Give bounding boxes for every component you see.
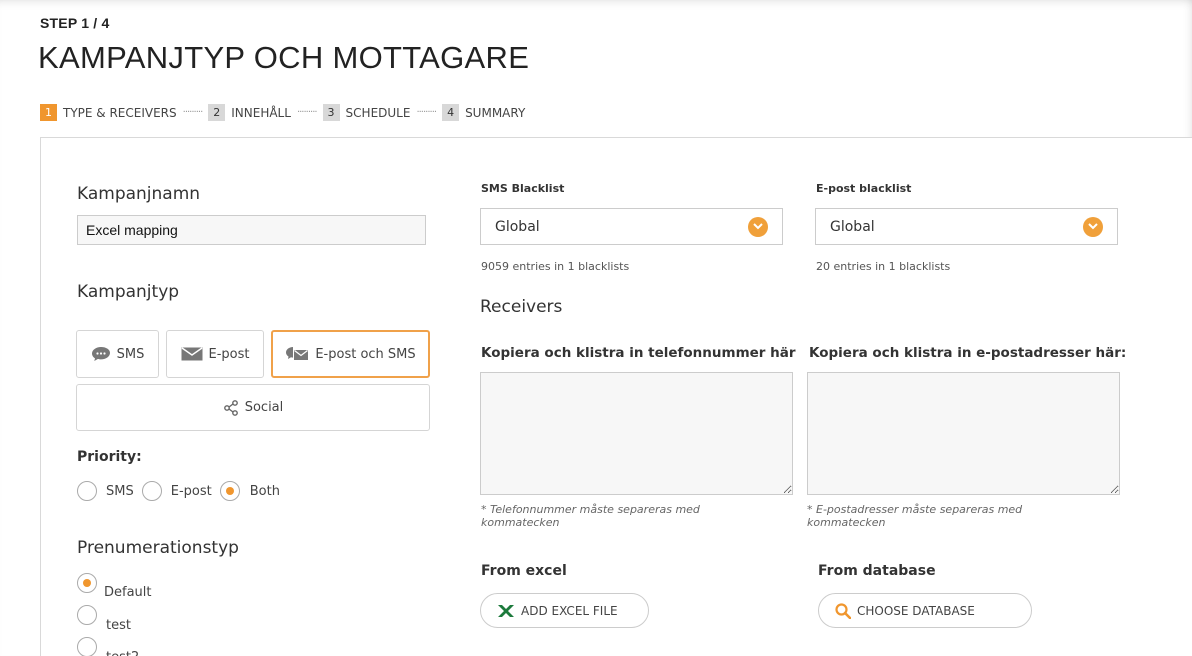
wizard-step-2-label[interactable]: INNEHÅLL: [231, 106, 291, 120]
campaign-type-label: Kampanjtyp: [77, 282, 180, 302]
wizard-separator: ·········: [296, 107, 318, 118]
phone-hint: * Telefonnummer måste separeras med komm…: [481, 503, 700, 529]
subscription-default-radio[interactable]: [77, 573, 97, 593]
priority-options: SMS E-post Both: [77, 481, 280, 501]
wizard-separator: ·········: [416, 107, 437, 118]
subscription-test2-radio[interactable]: [77, 637, 97, 656]
phone-paste-label: Kopiera och klistra in telefonnummer här: [481, 345, 796, 361]
type-email-button[interactable]: E-post: [166, 330, 264, 378]
wizard-step-1-number[interactable]: 1: [40, 104, 57, 121]
wizard-steps: 1 TYPE & RECEIVERS ········· 2 INNEHÅLL …: [40, 104, 525, 121]
add-excel-file-label: ADD EXCEL FILE: [521, 603, 618, 618]
sms-blacklist-select[interactable]: Global: [480, 208, 783, 245]
choose-database-label: CHOOSE DATABASE: [857, 603, 975, 618]
wizard-separator: ·········: [182, 107, 204, 118]
phone-numbers-textarea[interactable]: [480, 372, 793, 495]
chevron-down-icon: [1083, 216, 1103, 237]
email-blacklist-label: E-post blacklist: [816, 182, 912, 195]
chevron-down-icon: [748, 216, 768, 237]
email-blacklist-value: Global: [830, 218, 875, 235]
from-database-label: From database: [818, 563, 936, 579]
subscription-option-default[interactable]: Default: [77, 573, 152, 600]
add-excel-file-button[interactable]: ADD EXCEL FILE: [480, 593, 649, 628]
priority-both-label: Both: [249, 483, 280, 499]
wizard-step-3-number[interactable]: 3: [322, 104, 340, 121]
subscription-default-label: Default: [104, 585, 152, 600]
subscription-option-test[interactable]: test: [77, 605, 131, 633]
share-icon: [223, 399, 238, 416]
wizard-step-3-label[interactable]: SCHEDULE: [346, 106, 411, 120]
subscription-test-label: test: [106, 618, 131, 633]
email-addresses-textarea[interactable]: [807, 372, 1120, 495]
sms-blacklist-label: SMS Blacklist: [481, 182, 565, 195]
type-social-label: Social: [244, 400, 284, 415]
type-email-and-sms-button[interactable]: E-post och SMS: [271, 330, 430, 378]
sms-blacklist-info: 9059 entries in 1 blacklists: [481, 260, 630, 273]
wizard-step-4-number[interactable]: 4: [442, 104, 460, 121]
sms-blacklist-value: Global: [495, 218, 540, 235]
envelope-icon: [181, 347, 202, 361]
wizard-step-4-label[interactable]: SUMMARY: [465, 106, 525, 120]
email-blacklist-select[interactable]: Global: [815, 208, 1118, 245]
from-excel-label: From excel: [481, 563, 567, 579]
priority-label: Priority:: [77, 449, 142, 465]
envelope-chat-icon: [286, 347, 309, 360]
campaign-name-label: Kampanjnamn: [77, 184, 201, 204]
type-sms-label: SMS: [116, 346, 145, 362]
campaign-name-input[interactable]: [77, 215, 426, 245]
wizard-step-2-number[interactable]: 2: [208, 104, 226, 121]
email-paste-label: Kopiera och klistra in e-postadresser hä…: [809, 345, 1127, 361]
search-icon: [835, 602, 851, 619]
type-sms-button[interactable]: SMS: [76, 330, 159, 378]
page-title: KAMPANJTYP OCH MOTTAGARE: [38, 40, 530, 75]
choose-database-button[interactable]: CHOOSE DATABASE: [818, 593, 1032, 628]
subscription-option-test2[interactable]: test2: [77, 637, 139, 656]
priority-sms-radio[interactable]: [77, 481, 97, 501]
receivers-title: Receivers: [480, 297, 563, 317]
subscription-type-label: Prenumerationstyp: [77, 538, 239, 558]
priority-email-radio[interactable]: [141, 481, 162, 501]
excel-icon: [498, 604, 514, 617]
email-blacklist-info: 20 entries in 1 blacklists: [816, 260, 951, 273]
chat-bubble-icon: [91, 347, 110, 361]
priority-both-radio[interactable]: [219, 481, 240, 501]
subscription-test-radio[interactable]: [77, 605, 97, 625]
priority-sms-label: SMS: [106, 483, 134, 499]
type-email-and-sms-label: E-post och SMS: [315, 346, 416, 362]
subscription-test2-label: test2: [106, 650, 139, 656]
wizard-step-1-label[interactable]: TYPE & RECEIVERS: [63, 106, 177, 120]
priority-email-label: E-post: [170, 483, 212, 499]
type-social-button[interactable]: Social: [76, 384, 430, 431]
email-hint: * E-postadresser måste separeras med kom…: [807, 503, 1023, 529]
step-indicator: STEP 1 / 4: [40, 15, 110, 31]
type-email-label: E-post: [208, 346, 250, 362]
